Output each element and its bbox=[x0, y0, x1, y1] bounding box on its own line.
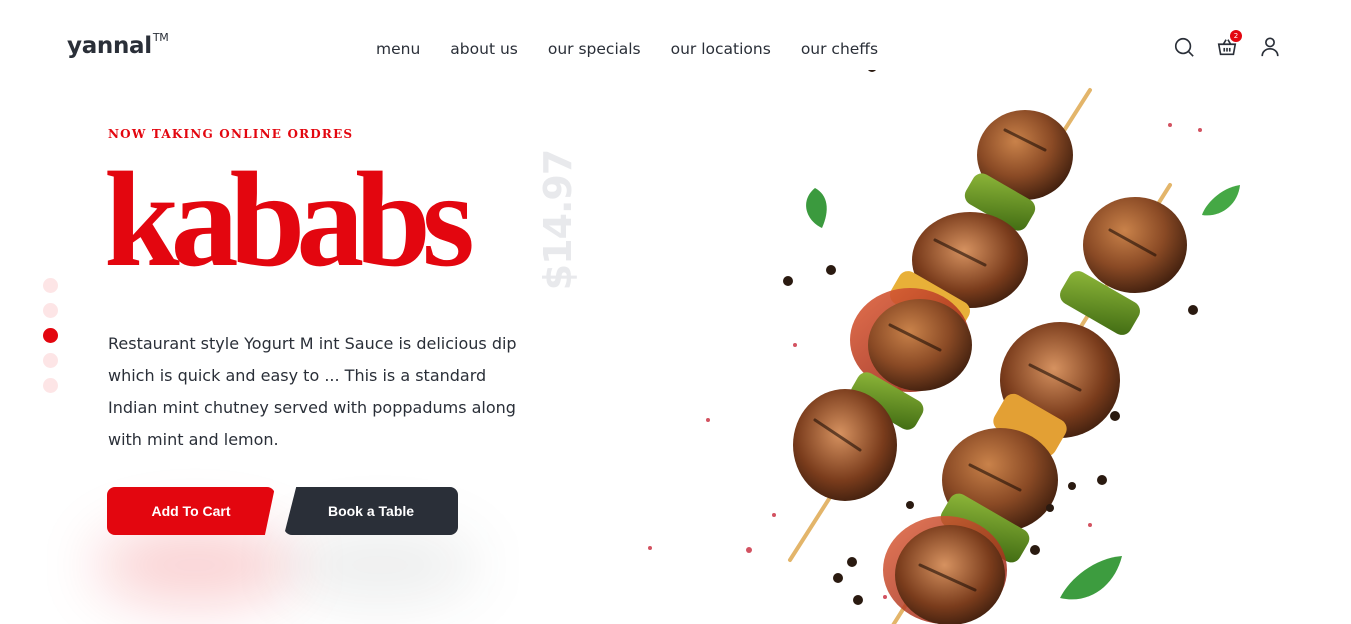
cart-button[interactable]: 2 bbox=[1214, 30, 1242, 60]
slider-dot[interactable] bbox=[43, 278, 58, 293]
search-icon bbox=[1174, 37, 1194, 57]
hero-eyebrow: NOW TAKING ONLINE ORDRES bbox=[108, 127, 354, 141]
price-value: $14.97 bbox=[536, 149, 580, 291]
nav-our-cheffs[interactable]: our cheffs bbox=[801, 40, 878, 58]
add-to-cart-button[interactable]: Add To Cart bbox=[107, 487, 275, 535]
nav-about-us[interactable]: about us bbox=[450, 40, 518, 58]
user-icon bbox=[1261, 37, 1279, 57]
price-tag: $14.97 bbox=[528, 149, 588, 291]
main-nav: menu about us our specials our locations… bbox=[376, 40, 908, 58]
nav-menu[interactable]: menu bbox=[376, 40, 420, 58]
account-button[interactable] bbox=[1257, 34, 1283, 60]
book-table-button[interactable]: Book a Table bbox=[284, 487, 458, 535]
cart-button-glow bbox=[95, 525, 295, 605]
brand-name: yannal bbox=[67, 33, 152, 59]
slider-dot[interactable] bbox=[43, 303, 58, 318]
table-button-glow bbox=[280, 525, 480, 605]
cart-count-badge: 2 bbox=[1230, 30, 1242, 42]
kebab-skewers-image bbox=[648, 70, 1240, 624]
slider-dot-active[interactable] bbox=[43, 328, 58, 343]
slider-dots bbox=[43, 278, 58, 403]
nav-our-locations[interactable]: our locations bbox=[671, 40, 771, 58]
header-actions: 2 bbox=[1171, 30, 1300, 60]
slider-dot[interactable] bbox=[43, 353, 58, 368]
slider-dot[interactable] bbox=[43, 378, 58, 393]
nav-our-specials[interactable]: our specials bbox=[548, 40, 641, 58]
trademark-mark: TM bbox=[152, 31, 169, 45]
search-button[interactable] bbox=[1171, 34, 1197, 60]
hero-description: Restaurant style Yogurt M int Sauce is d… bbox=[108, 334, 517, 449]
hero-title: kababs bbox=[104, 145, 475, 295]
brand-logo[interactable]: yannalTM bbox=[67, 31, 169, 59]
